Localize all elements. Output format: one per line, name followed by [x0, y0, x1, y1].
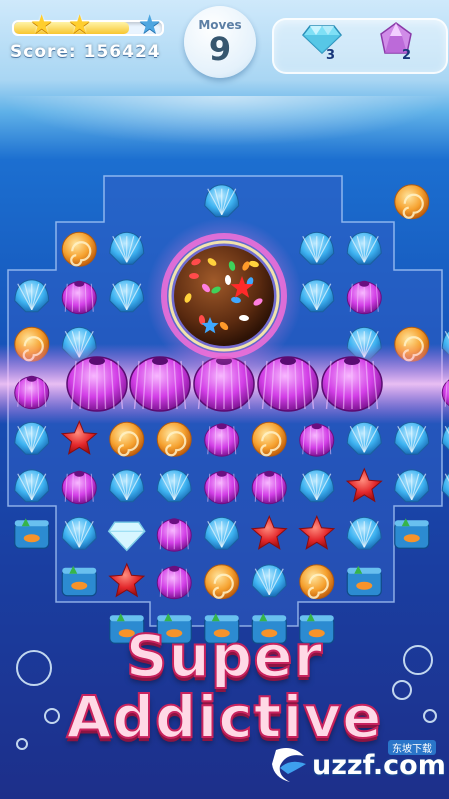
big-urchin	[66, 356, 128, 412]
tile-urchin[interactable]	[204, 470, 240, 505]
tile-conch[interactable]	[299, 564, 335, 600]
tile-conch[interactable]	[61, 231, 97, 267]
tile-conch[interactable]	[394, 184, 430, 220]
color-bomb[interactable]	[146, 218, 302, 374]
tile-jar[interactable]	[61, 565, 97, 597]
big-urchin	[129, 356, 191, 412]
promo-title-line1: Super	[125, 621, 324, 691]
big-urchin	[321, 356, 383, 412]
bomb-sprinkle	[189, 273, 199, 279]
tile-urchin[interactable]	[346, 280, 382, 315]
tile-urchin[interactable]	[14, 375, 50, 410]
tile-conch[interactable]	[109, 421, 145, 457]
tile-urchin[interactable]	[156, 565, 192, 600]
big-urchin	[257, 356, 319, 412]
tile-urchin[interactable]	[61, 470, 97, 505]
tile-urchin[interactable]	[156, 518, 192, 552]
tile-urchin[interactable]	[251, 470, 287, 505]
tile-conch[interactable]	[204, 564, 240, 600]
watermark-main-text: uzzf.com	[312, 750, 446, 781]
tile-jar[interactable]	[346, 565, 382, 597]
tile-conch[interactable]	[251, 421, 287, 457]
watermark-logo-icon	[272, 748, 306, 782]
tile-urchin[interactable]	[299, 423, 335, 457]
tile-shell[interactable]	[441, 470, 449, 502]
tile-jar[interactable]	[394, 518, 430, 549]
tile-urchin[interactable]	[61, 280, 97, 315]
tile-jar[interactable]	[14, 518, 50, 549]
tile-shell[interactable]	[441, 422, 449, 454]
tile-urchin[interactable]	[204, 423, 240, 457]
tile-conch[interactable]	[156, 421, 192, 457]
watermark: 东坡下载 uzzf.com	[262, 736, 446, 792]
